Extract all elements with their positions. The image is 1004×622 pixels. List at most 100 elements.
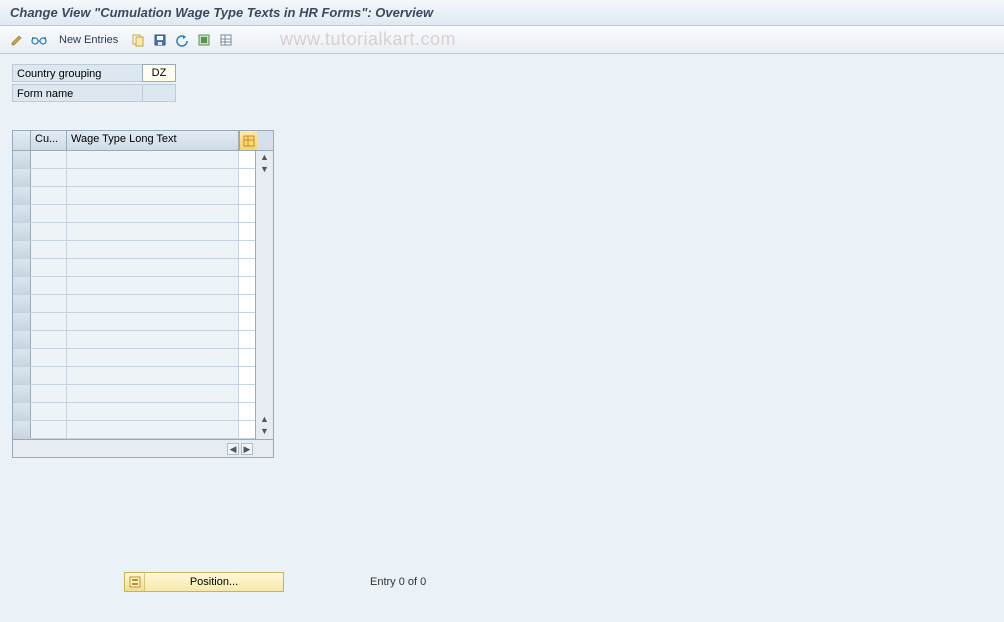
row-selector[interactable]	[13, 169, 31, 186]
position-button[interactable]: Position...	[124, 572, 284, 592]
cell-cumulation[interactable]	[31, 259, 67, 276]
table-row[interactable]	[13, 385, 255, 403]
scroll-down-icon[interactable]: ▼	[259, 165, 271, 175]
cell-cumulation[interactable]	[31, 385, 67, 402]
cell-cumulation[interactable]	[31, 223, 67, 240]
table-row[interactable]	[13, 295, 255, 313]
row-selector[interactable]	[13, 151, 31, 168]
cell-cumulation[interactable]	[31, 367, 67, 384]
cell-cumulation[interactable]	[31, 313, 67, 330]
watermark-text: www.tutorialkart.com	[280, 29, 456, 50]
form-name-field[interactable]	[142, 84, 176, 102]
cell-wagetype-text[interactable]	[67, 187, 239, 204]
cell-cumulation[interactable]	[31, 331, 67, 348]
scroll-left-icon[interactable]: ◀	[227, 443, 239, 455]
table-row[interactable]	[13, 349, 255, 367]
row-selector[interactable]	[13, 331, 31, 348]
cell-wagetype-text[interactable]	[67, 331, 239, 348]
row-selector[interactable]	[13, 259, 31, 276]
change-icon[interactable]	[8, 31, 26, 49]
country-grouping-field[interactable]: DZ	[142, 64, 176, 82]
table-row[interactable]	[13, 187, 255, 205]
cell-cumulation[interactable]	[31, 187, 67, 204]
table-row[interactable]	[13, 277, 255, 295]
cell-wagetype-text[interactable]	[67, 403, 239, 420]
table-settings-icon[interactable]	[217, 31, 235, 49]
cell-wagetype-text[interactable]	[67, 241, 239, 258]
row-selector[interactable]	[13, 313, 31, 330]
select-all-icon[interactable]	[195, 31, 213, 49]
row-selector[interactable]	[13, 403, 31, 420]
row-selector[interactable]	[13, 295, 31, 312]
table-row[interactable]	[13, 241, 255, 259]
cell-cumulation[interactable]	[31, 151, 67, 168]
row-selector[interactable]	[13, 367, 31, 384]
cell-cumulation[interactable]	[31, 421, 67, 438]
table-row[interactable]	[13, 151, 255, 169]
cell-wagetype-text[interactable]	[67, 259, 239, 276]
cell-wagetype-text[interactable]	[67, 367, 239, 384]
row-selector[interactable]	[13, 421, 31, 438]
grid-col-wagetype-text[interactable]: Wage Type Long Text	[67, 131, 239, 150]
entry-status-text: Entry 0 of 0	[370, 576, 426, 588]
vertical-scrollbar[interactable]: ▲ ▼ ▲ ▼	[255, 151, 273, 439]
horizontal-scrollbar[interactable]: ◀ ▶	[13, 439, 273, 457]
cell-wagetype-text[interactable]	[67, 421, 239, 438]
cell-cumulation[interactable]	[31, 349, 67, 366]
cell-wagetype-text[interactable]	[67, 295, 239, 312]
table-row[interactable]	[13, 205, 255, 223]
table-row[interactable]	[13, 367, 255, 385]
row-selector[interactable]	[13, 187, 31, 204]
cell-wagetype-text[interactable]	[67, 151, 239, 168]
table-row[interactable]	[13, 223, 255, 241]
cell-cumulation[interactable]	[31, 205, 67, 222]
glasses-icon[interactable]	[30, 31, 48, 49]
row-selector[interactable]	[13, 223, 31, 240]
cell-cumulation[interactable]	[31, 295, 67, 312]
table-row[interactable]	[13, 169, 255, 187]
cell-wagetype-text[interactable]	[67, 277, 239, 294]
cell-wagetype-text[interactable]	[67, 385, 239, 402]
title-bar: Change View "Cumulation Wage Type Texts …	[0, 0, 1004, 26]
cell-cumulation[interactable]	[31, 403, 67, 420]
grid-col-cumulation[interactable]: Cu...	[31, 131, 67, 150]
position-icon	[125, 573, 145, 591]
cell-wagetype-text[interactable]	[67, 349, 239, 366]
form-name-label: Form name	[12, 84, 142, 102]
undo-icon[interactable]	[173, 31, 191, 49]
data-grid: Cu... Wage Type Long Text ▲ ▼ ▲ ▼ ◀ ▶	[12, 130, 274, 458]
cell-cumulation[interactable]	[31, 277, 67, 294]
table-row[interactable]	[13, 331, 255, 349]
position-button-label: Position...	[145, 576, 283, 588]
row-selector[interactable]	[13, 349, 31, 366]
cell-wagetype-text[interactable]	[67, 205, 239, 222]
content-area: Country grouping DZ Form name Cu... Wage…	[0, 54, 1004, 622]
table-row[interactable]	[13, 313, 255, 331]
scroll-right-icon[interactable]: ▶	[241, 443, 253, 455]
scroll-up-icon[interactable]: ▲	[259, 153, 271, 163]
grid-configure-icon[interactable]	[239, 131, 257, 150]
new-entries-button[interactable]: New Entries	[52, 31, 125, 49]
cell-cumulation[interactable]	[31, 169, 67, 186]
row-selector[interactable]	[13, 241, 31, 258]
table-row[interactable]	[13, 421, 255, 439]
row-selector[interactable]	[13, 205, 31, 222]
cell-wagetype-text[interactable]	[67, 223, 239, 240]
scroll-down2-icon[interactable]: ▼	[259, 427, 271, 437]
table-row[interactable]	[13, 259, 255, 277]
table-row[interactable]	[13, 403, 255, 421]
country-grouping-label: Country grouping	[12, 64, 142, 82]
save-icon[interactable]	[151, 31, 169, 49]
scroll-up2-icon[interactable]: ▲	[259, 415, 271, 425]
form-section: Country grouping DZ Form name	[12, 64, 992, 102]
grid-rows	[13, 151, 255, 439]
cell-wagetype-text[interactable]	[67, 313, 239, 330]
grid-select-all-header[interactable]	[13, 131, 31, 150]
grid-header: Cu... Wage Type Long Text	[13, 131, 273, 151]
toolbar: New Entries www.tutorialkart.com	[0, 26, 1004, 54]
cell-wagetype-text[interactable]	[67, 169, 239, 186]
copy-icon[interactable]	[129, 31, 147, 49]
cell-cumulation[interactable]	[31, 241, 67, 258]
row-selector[interactable]	[13, 277, 31, 294]
row-selector[interactable]	[13, 385, 31, 402]
